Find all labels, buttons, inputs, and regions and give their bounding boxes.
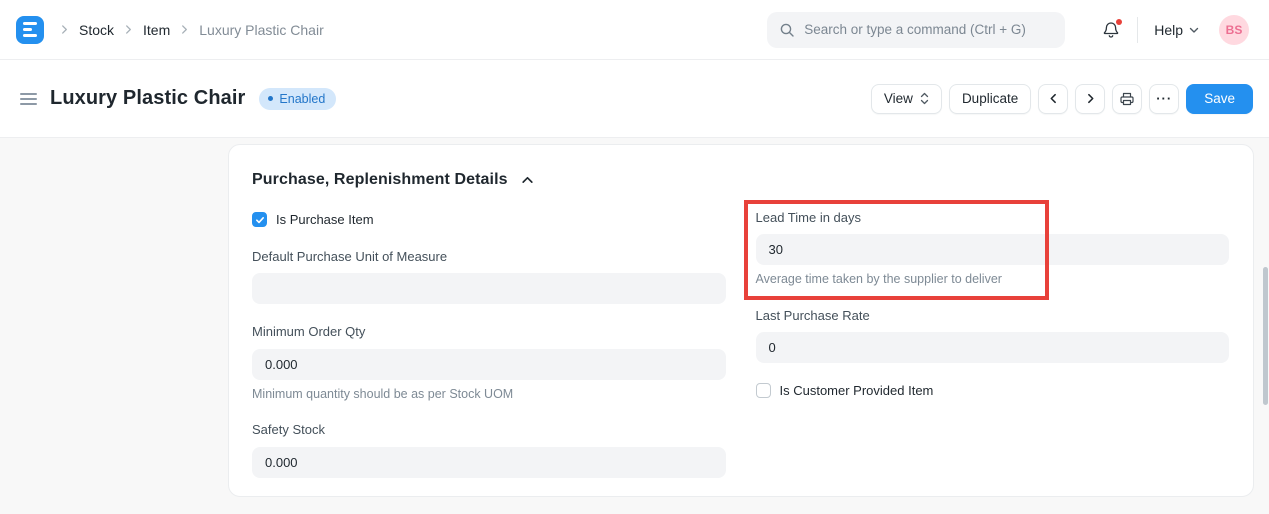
hamburger-icon — [20, 103, 37, 105]
chevron-left-icon — [1048, 93, 1059, 104]
view-button-label: View — [884, 91, 913, 106]
field-label: Default Purchase Unit of Measure — [252, 250, 726, 264]
chevron-right-icon — [1085, 93, 1096, 104]
status-dot — [268, 96, 273, 101]
ellipsis-icon: ··· — [1156, 92, 1172, 105]
safety-stock-input[interactable] — [252, 447, 726, 478]
breadcrumb-item[interactable]: Item — [143, 22, 170, 38]
search-icon — [779, 22, 795, 38]
is-purchase-item-checkbox[interactable]: Is Purchase Item — [252, 212, 726, 227]
logo-bar — [23, 34, 37, 37]
logo-bar — [23, 28, 32, 31]
default-purchase-uom-input[interactable] — [252, 273, 726, 304]
chevron-right-icon — [124, 25, 133, 34]
logo-bar — [23, 22, 37, 25]
vertical-scrollbar[interactable] — [1263, 267, 1268, 405]
save-button[interactable]: Save — [1186, 84, 1253, 114]
help-dropdown[interactable]: Help — [1154, 22, 1199, 38]
print-button[interactable] — [1112, 84, 1142, 114]
chevron-right-icon — [60, 25, 69, 34]
duplicate-button[interactable]: Duplicate — [949, 84, 1031, 114]
section-header: Purchase, Replenishment Details — [252, 171, 1229, 189]
global-search-input[interactable]: Search or type a command (Ctrl + G) — [767, 12, 1065, 48]
lead-time-days-input[interactable] — [756, 234, 1230, 265]
view-button[interactable]: View — [871, 84, 942, 114]
form-column-right: Lead Time in days Average time taken by … — [756, 210, 1230, 499]
page-title: Luxury Plastic Chair — [50, 87, 245, 110]
is-customer-provided-item-checkbox[interactable]: Is Customer Provided Item — [756, 383, 1230, 398]
top-navbar: Stock Item Luxury Plastic Chair Search o… — [0, 0, 1269, 60]
field-label: Lead Time in days — [756, 211, 1230, 225]
field-help-text: Average time taken by the supplier to de… — [756, 273, 1230, 287]
notifications-button[interactable] — [1101, 20, 1121, 40]
selector-icon — [920, 92, 929, 105]
checkbox-unchecked-icon — [756, 383, 771, 398]
field-safety-stock: Safety Stock — [252, 423, 726, 477]
last-purchase-rate-input[interactable] — [756, 332, 1230, 363]
minimum-order-qty-input[interactable] — [252, 349, 726, 380]
form-grid: Is Purchase Item Default Purchase Unit o… — [252, 210, 1229, 499]
form-section-card: Purchase, Replenishment Details Is Purch… — [228, 144, 1254, 497]
app-logo[interactable] — [16, 16, 44, 44]
status-badge-label: Enabled — [279, 92, 325, 106]
field-label: Minimum Order Qty — [252, 325, 726, 339]
next-record-button[interactable] — [1075, 84, 1105, 114]
section-title: Purchase, Replenishment Details — [252, 171, 508, 189]
status-badge: Enabled — [259, 88, 336, 110]
save-button-label: Save — [1204, 91, 1235, 106]
checkbox-checked-icon — [252, 212, 267, 227]
chevron-right-icon — [180, 25, 189, 34]
chevron-up-icon — [521, 174, 534, 187]
field-minimum-order-qty: Minimum Order Qty Minimum quantity shoul… — [252, 325, 726, 401]
menu-button[interactable]: ··· — [1149, 84, 1179, 114]
field-help-text: Minimum quantity should be as per Stock … — [252, 388, 726, 402]
help-label: Help — [1154, 22, 1183, 38]
header-actions: View Duplicate ··· Save — [871, 84, 1253, 114]
field-lead-time-days: Lead Time in days Average time taken by … — [756, 210, 1230, 287]
collapse-section-button[interactable] — [519, 172, 536, 189]
chevron-down-icon — [1189, 25, 1199, 35]
breadcrumb-current: Luxury Plastic Chair — [199, 22, 324, 38]
duplicate-button-label: Duplicate — [962, 91, 1018, 106]
page-header: Luxury Plastic Chair Enabled View Duplic… — [0, 60, 1269, 138]
sidebar-toggle-button[interactable] — [18, 89, 39, 109]
main-content: Purchase, Replenishment Details Is Purch… — [0, 138, 1269, 497]
avatar[interactable]: BS — [1219, 15, 1249, 45]
previous-record-button[interactable] — [1038, 84, 1068, 114]
divider — [1137, 17, 1138, 43]
avatar-initials: BS — [1226, 23, 1243, 37]
field-label: Safety Stock — [252, 423, 726, 437]
hamburger-icon — [20, 93, 37, 95]
breadcrumb: Stock Item Luxury Plastic Chair — [60, 22, 324, 38]
hamburger-icon — [20, 98, 37, 100]
field-last-purchase-rate: Last Purchase Rate — [756, 309, 1230, 363]
breadcrumb-stock[interactable]: Stock — [79, 22, 114, 38]
notification-dot — [1116, 19, 1122, 25]
printer-icon — [1119, 91, 1135, 107]
form-column-left: Is Purchase Item Default Purchase Unit o… — [252, 210, 726, 499]
field-default-purchase-uom: Default Purchase Unit of Measure — [252, 250, 726, 304]
search-placeholder: Search or type a command (Ctrl + G) — [804, 22, 1026, 37]
checkbox-label: Is Customer Provided Item — [780, 383, 934, 398]
field-label: Last Purchase Rate — [756, 309, 1230, 323]
checkbox-label: Is Purchase Item — [276, 212, 374, 227]
